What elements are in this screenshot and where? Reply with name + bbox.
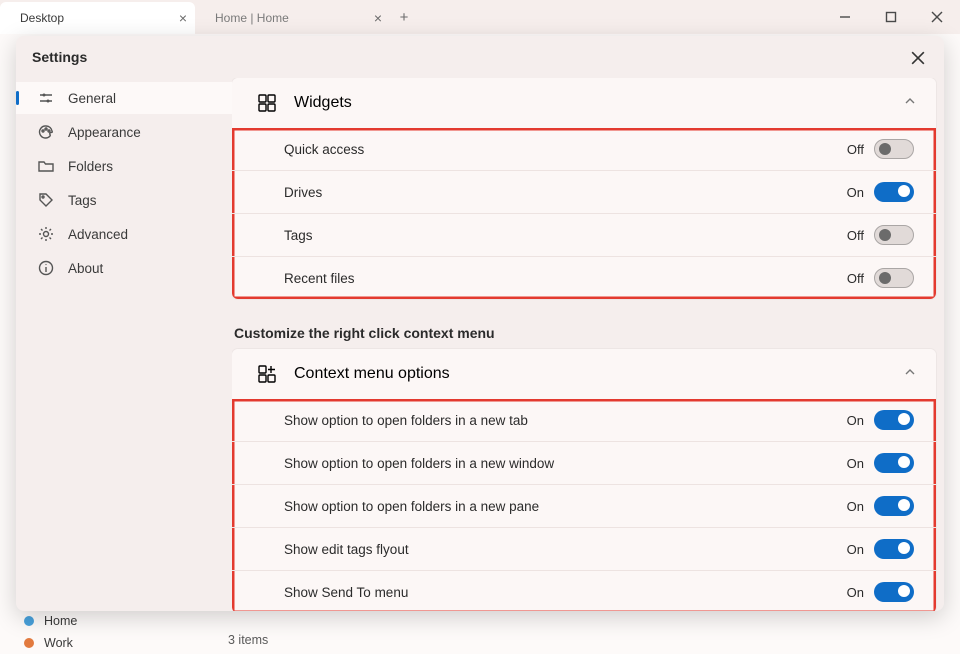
nav-label: General xyxy=(68,91,116,106)
info-icon xyxy=(38,260,54,276)
setting-label: Tags xyxy=(284,228,313,243)
setting-edit-tags-flyout: Show edit tags flyout On xyxy=(232,527,936,570)
setting-label: Show edit tags flyout xyxy=(284,542,409,557)
widgets-icon xyxy=(258,94,276,112)
folder-icon xyxy=(38,158,54,174)
tab-home[interactable]: Home | Home × xyxy=(195,2,390,34)
toggle-open-new-tab[interactable] xyxy=(874,410,914,430)
setting-drives: Drives On xyxy=(232,170,936,213)
setting-label: Show option to open folders in a new pan… xyxy=(284,499,539,514)
context-menu-card: Context menu options Show option to open… xyxy=(232,349,936,611)
nav-label: Advanced xyxy=(68,227,128,242)
tab-label: Home | Home xyxy=(215,11,289,25)
context-menu-header[interactable]: Context menu options xyxy=(232,349,936,399)
close-button[interactable] xyxy=(914,0,960,34)
tab-label: Desktop xyxy=(20,11,64,25)
section-title: Widgets xyxy=(294,94,352,112)
palette-icon xyxy=(38,124,54,140)
nav-general[interactable]: General xyxy=(16,82,232,114)
new-tab-button[interactable]: + xyxy=(390,0,418,34)
title-bar: Desktop × Home | Home × + xyxy=(0,0,960,34)
context-menu-heading: Customize the right click context menu xyxy=(232,309,936,349)
apps-icon xyxy=(258,365,276,383)
setting-open-new-window: Show option to open folders in a new win… xyxy=(232,441,936,484)
nav-about[interactable]: About xyxy=(16,252,232,284)
gear-icon xyxy=(38,226,54,242)
dialog-title: Settings xyxy=(32,49,87,65)
nav-advanced[interactable]: Advanced xyxy=(16,218,232,250)
chevron-up-icon xyxy=(904,94,916,112)
toggle-open-new-pane[interactable] xyxy=(874,496,914,516)
setting-tags: Tags Off xyxy=(232,213,936,256)
dialog-header: Settings xyxy=(16,36,944,78)
nav-label: Appearance xyxy=(68,125,141,140)
tab-close-icon[interactable]: × xyxy=(179,10,187,26)
toggle-edit-tags-flyout[interactable] xyxy=(874,539,914,559)
nav-folders[interactable]: Folders xyxy=(16,150,232,182)
minimize-button[interactable] xyxy=(822,0,868,34)
nav-label: Tags xyxy=(68,193,97,208)
toggle-recent-files[interactable] xyxy=(874,268,914,288)
settings-nav: General Appearance Folders Tags Advanced… xyxy=(16,78,232,611)
setting-send-to-menu: Show Send To menu On xyxy=(232,570,936,611)
setting-label: Show option to open folders in a new win… xyxy=(284,456,554,471)
nav-label: Folders xyxy=(68,159,113,174)
tab-desktop[interactable]: Desktop × xyxy=(0,2,195,34)
settings-content: Widgets Quick access Off Drives xyxy=(232,78,944,611)
widgets-card: Widgets Quick access Off Drives xyxy=(232,78,936,299)
setting-label: Show Send To menu xyxy=(284,585,408,600)
sliders-icon xyxy=(38,90,54,106)
nav-tags[interactable]: Tags xyxy=(16,184,232,216)
window-controls xyxy=(822,0,960,34)
toggle-tags[interactable] xyxy=(874,225,914,245)
chevron-up-icon xyxy=(904,365,916,383)
setting-label: Quick access xyxy=(284,142,364,157)
section-title: Context menu options xyxy=(294,365,450,383)
setting-quick-access: Quick access Off xyxy=(232,128,936,170)
nav-label: About xyxy=(68,261,103,276)
toggle-quick-access[interactable] xyxy=(874,139,914,159)
widgets-header[interactable]: Widgets xyxy=(232,78,936,128)
nav-appearance[interactable]: Appearance xyxy=(16,116,232,148)
toggle-open-new-window[interactable] xyxy=(874,453,914,473)
toggle-send-to-menu[interactable] xyxy=(874,582,914,602)
setting-label: Drives xyxy=(284,185,322,200)
toggle-drives[interactable] xyxy=(874,182,914,202)
tag-icon xyxy=(38,192,54,208)
settings-dialog: Settings General Appearance Folders Tags xyxy=(16,36,944,611)
setting-open-new-pane: Show option to open folders in a new pan… xyxy=(232,484,936,527)
tab-close-icon[interactable]: × xyxy=(374,10,382,26)
setting-recent-files: Recent files Off xyxy=(232,256,936,299)
highlighted-context-rows: Show option to open folders in a new tab… xyxy=(232,399,936,611)
status-bar: 3 items xyxy=(228,633,268,647)
highlighted-widgets-rows: Quick access Off Drives On xyxy=(232,128,936,299)
dialog-close-button[interactable] xyxy=(904,44,932,72)
setting-label: Recent files xyxy=(284,271,355,286)
setting-open-new-tab: Show option to open folders in a new tab… xyxy=(232,399,936,441)
setting-label: Show option to open folders in a new tab xyxy=(284,413,528,428)
maximize-button[interactable] xyxy=(868,0,914,34)
background-nav: Home Work xyxy=(0,610,101,654)
